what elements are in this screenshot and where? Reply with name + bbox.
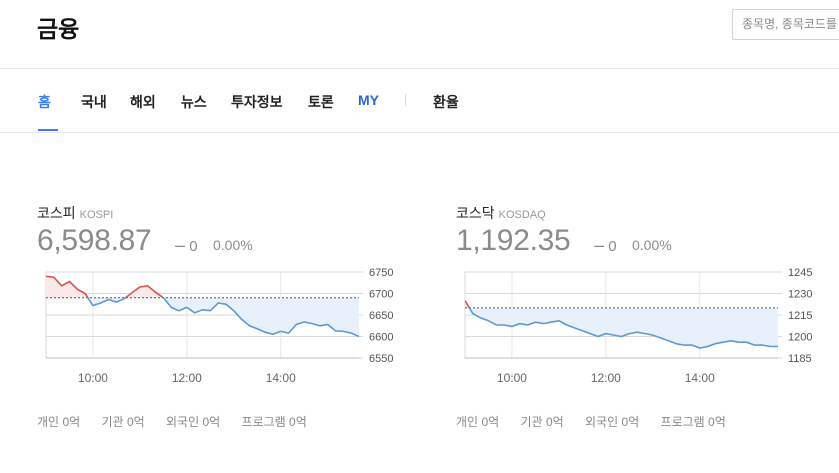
tab-invest-info[interactable]: 투자정보 xyxy=(231,92,283,112)
flow-individual: 개인 0억 xyxy=(37,415,81,429)
x-tick-label: 14:00 xyxy=(266,371,296,385)
tab-domestic[interactable]: 국내 xyxy=(81,92,107,112)
flow-program: 프로그램 0억 xyxy=(660,415,726,429)
y-tick-label: 6600 xyxy=(369,332,393,344)
kospi-chart[interactable]: 6750 6700 6650 6600 6550 10:00 12:00 14:00 xyxy=(37,264,407,394)
search-placeholder: 종목명, 종목코드를 xyxy=(742,17,837,31)
y-tick-label: 6650 xyxy=(369,310,393,322)
index-change-pct: 0.00% xyxy=(213,237,253,253)
x-tick-label: 10:00 xyxy=(78,371,108,385)
tab-separator xyxy=(405,94,406,106)
investor-flows: 개인 0억 기관 0억 외국인 0억 프로그램 0억 xyxy=(456,413,744,430)
tab-home[interactable]: 홈 xyxy=(38,92,51,112)
active-tab-indicator xyxy=(38,129,58,131)
page-title: 금융 xyxy=(37,16,80,42)
index-change: ‒ 0 xyxy=(594,235,617,256)
kosdaq-chart[interactable]: 1245 1230 1215 1200 1185 10:00 12:00 14:00 xyxy=(456,264,826,394)
y-tick-label: 1230 xyxy=(788,289,812,301)
index-code: KOSDAQ xyxy=(498,209,546,221)
y-tick-label: 1185 xyxy=(788,353,812,365)
tab-exchange-rate[interactable]: 환율 xyxy=(433,92,459,112)
index-change: ‒ 0 xyxy=(175,235,198,256)
tab-discussion[interactable]: 토론 xyxy=(308,92,334,112)
x-tick-label: 12:00 xyxy=(591,371,621,385)
index-change-value: 0 xyxy=(608,238,617,255)
index-code: KOSPI xyxy=(79,209,114,221)
y-tick-label: 1215 xyxy=(788,310,812,322)
flow-individual: 개인 0억 xyxy=(456,415,500,429)
tab-news[interactable]: 뉴스 xyxy=(181,92,207,112)
y-tick-label: 6750 xyxy=(369,267,393,279)
flat-dash-icon: ‒ xyxy=(594,235,605,255)
index-change-value: 0 xyxy=(189,238,198,255)
flow-program: 프로그램 0억 xyxy=(241,415,307,429)
index-panel-kosdaq[interactable]: 코스닥 KOSDAQ 1,192.35 ‒ 0 0.00% 1245 1230 121… xyxy=(456,200,812,440)
x-tick-label: 12:00 xyxy=(172,371,202,385)
index-panel-kospi[interactable]: 코스피 KOSPI 6,598.87 ‒ 0 0.00% 6750 6700 6650… xyxy=(37,200,393,440)
tabs-divider xyxy=(0,132,839,133)
flow-institution: 기관 0억 xyxy=(101,415,145,429)
x-tick-label: 14:00 xyxy=(685,371,715,385)
y-tick-label: 6700 xyxy=(369,289,393,301)
search-input[interactable]: 종목명, 종목코드를 xyxy=(732,9,839,40)
tab-overseas[interactable]: 해외 xyxy=(130,92,156,112)
flow-foreign: 외국인 0억 xyxy=(166,415,221,429)
flow-foreign: 외국인 0억 xyxy=(585,415,640,429)
index-change-pct: 0.00% xyxy=(632,237,672,253)
investor-flows: 개인 0억 기관 0억 외국인 0억 프로그램 0억 xyxy=(37,413,325,430)
index-name: 코스피 xyxy=(37,205,76,221)
index-value: 6,598.87 xyxy=(37,224,152,257)
index-value: 1,192.35 xyxy=(456,224,571,257)
x-tick-label: 10:00 xyxy=(497,371,527,385)
header-divider xyxy=(0,68,839,69)
y-tick-label: 6550 xyxy=(369,353,393,365)
y-tick-label: 1200 xyxy=(788,332,812,344)
y-tick-label: 1245 xyxy=(788,267,812,279)
tab-my[interactable]: MY xyxy=(358,92,379,108)
flow-institution: 기관 0억 xyxy=(520,415,564,429)
index-name: 코스닥 xyxy=(456,205,495,221)
flat-dash-icon: ‒ xyxy=(175,235,186,255)
